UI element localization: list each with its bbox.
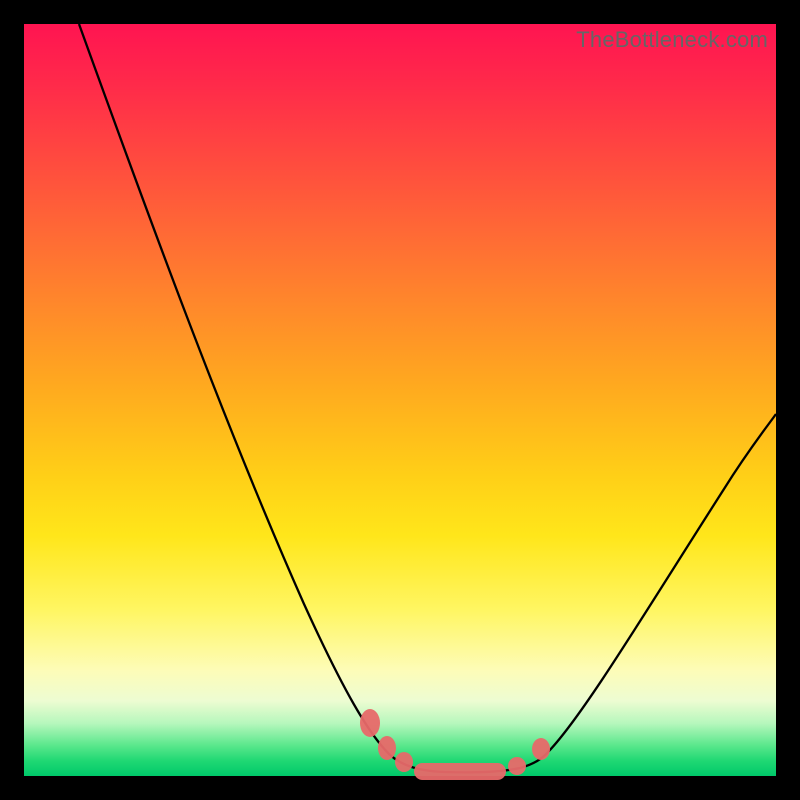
plot-area: TheBottleneck.com bbox=[24, 24, 776, 776]
chart-frame: TheBottleneck.com bbox=[0, 0, 800, 800]
marker-point bbox=[378, 736, 396, 760]
curve-layer bbox=[24, 24, 776, 776]
basin-markers bbox=[360, 709, 550, 780]
marker-capsule bbox=[414, 763, 506, 780]
marker-point bbox=[360, 709, 380, 737]
bottleneck-curve bbox=[79, 24, 776, 772]
marker-point bbox=[508, 757, 526, 775]
marker-point bbox=[395, 752, 413, 772]
marker-point bbox=[532, 738, 550, 760]
